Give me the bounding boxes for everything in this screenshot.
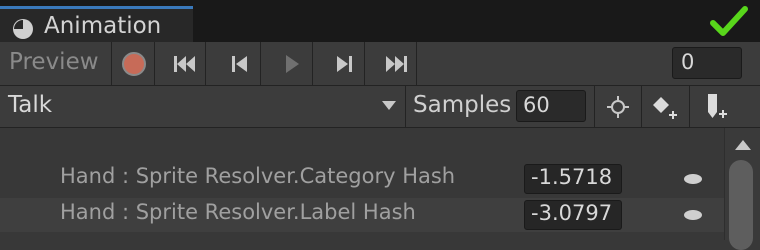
clip-toolbar: Talk Samples 60 [0, 86, 760, 128]
filter-by-selection-button[interactable] [594, 86, 642, 127]
keyframe-dot-icon[interactable] [684, 210, 702, 220]
property-list: Hand : Sprite Resolver.Category Hash -1.… [0, 128, 724, 240]
vertical-scrollbar[interactable] [724, 128, 760, 250]
tab-animation[interactable]: Animation [0, 6, 193, 42]
first-keyframe-icon [174, 56, 195, 72]
keyframe-dot-icon[interactable] [684, 174, 702, 184]
clip-select-dropdown[interactable]: Talk [0, 86, 406, 127]
playback-toolbar: Preview 0 [0, 42, 760, 86]
record-icon [122, 52, 146, 76]
preview-button[interactable]: Preview [0, 42, 112, 85]
preview-label: Preview [9, 49, 99, 75]
green-check-icon [710, 6, 748, 36]
last-keyframe-button[interactable] [374, 42, 417, 85]
record-button[interactable] [112, 42, 155, 85]
clip-name: Talk [8, 92, 53, 118]
add-event-icon [708, 94, 727, 118]
scroll-up-arrow-icon[interactable] [735, 140, 751, 150]
add-keyframe-button[interactable] [642, 86, 690, 127]
animation-clock-icon [13, 19, 33, 39]
first-keyframe-button[interactable] [163, 42, 206, 85]
samples-field[interactable]: 60 [516, 90, 586, 122]
current-frame-field[interactable]: 0 [672, 47, 742, 79]
samples-label: Samples [413, 92, 512, 118]
play-icon [286, 55, 299, 73]
property-value-field[interactable]: -3.0797 [524, 200, 622, 230]
previous-keyframe-icon [232, 56, 247, 72]
add-keyframe-icon [653, 97, 677, 119]
add-event-button[interactable] [690, 86, 738, 127]
filter-by-selection-icon [607, 96, 629, 118]
next-keyframe-icon [337, 56, 352, 72]
tab-title: Animation [44, 13, 162, 39]
property-value-field[interactable]: -1.5718 [524, 164, 622, 194]
property-name: Hand : Sprite Resolver.Category Hash [60, 164, 456, 188]
scrollbar-thumb[interactable] [729, 160, 753, 250]
next-keyframe-button[interactable] [322, 42, 365, 85]
property-name: Hand : Sprite Resolver.Label Hash [60, 200, 416, 224]
play-button[interactable] [270, 42, 313, 85]
previous-keyframe-button[interactable] [218, 42, 261, 85]
property-row[interactable]: Hand : Sprite Resolver.Label Hash -3.079… [0, 198, 724, 232]
property-row[interactable]: Hand : Sprite Resolver.Category Hash -1.… [0, 162, 724, 196]
dropdown-arrow-icon [382, 101, 396, 110]
last-keyframe-icon [386, 56, 407, 72]
